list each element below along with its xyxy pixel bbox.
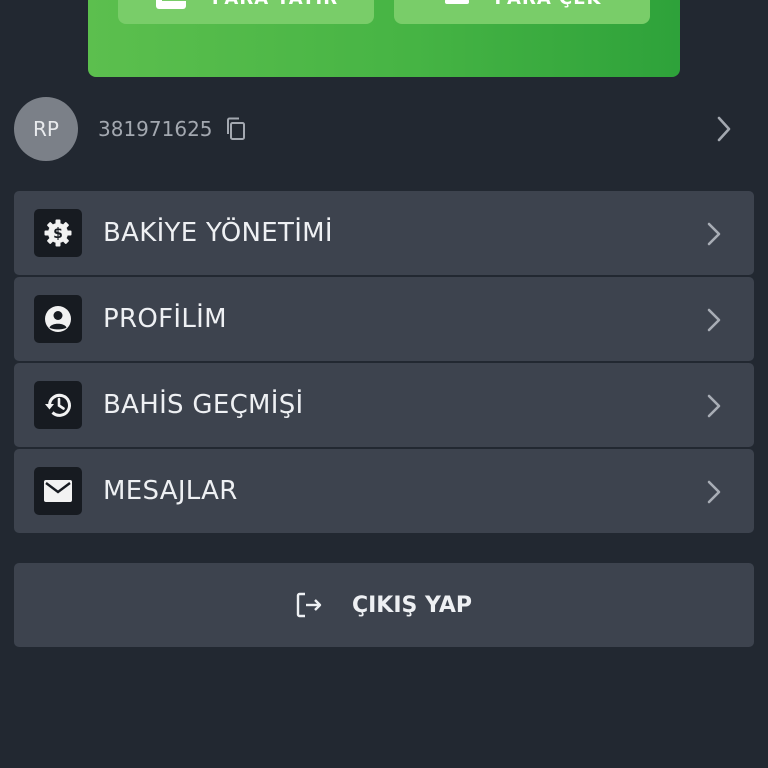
logout-button[interactable]: ÇIKIŞ YAP — [14, 563, 754, 647]
menu-icon-box — [34, 381, 82, 429]
logout-label: ÇIKIŞ YAP — [351, 592, 473, 618]
menu-item-bet-history[interactable]: BAHİS GEÇMİŞİ — [14, 363, 754, 447]
withdraw-label: PARA ÇEK — [495, 0, 602, 9]
withdraw-button[interactable]: PARA ÇEK — [394, 0, 650, 24]
svg-text:$: $ — [53, 226, 63, 242]
wallet-icon — [155, 0, 186, 9]
account-menu-page: PARA YATIR PARA ÇEK RP 381971625 — [0, 0, 768, 768]
deposit-withdraw-banner: PARA YATIR PARA ÇEK — [88, 0, 680, 77]
avatar: RP — [14, 97, 78, 161]
menu-item-label: MESAJLAR — [103, 476, 238, 506]
menu-icon-box — [34, 295, 82, 343]
menu-item-balance-management[interactable]: $ BAKİYE YÖNETİMİ — [14, 191, 754, 275]
deposit-button[interactable]: PARA YATIR — [118, 0, 374, 24]
user-id: 381971625 — [98, 117, 213, 141]
menu-item-messages[interactable]: MESAJLAR — [14, 449, 754, 533]
mail-icon — [44, 480, 72, 502]
chevron-right-icon — [706, 307, 722, 337]
logout-icon — [296, 592, 322, 618]
user-summary-row[interactable]: RP 381971625 — [14, 97, 754, 161]
profile-icon — [45, 306, 71, 332]
history-icon — [45, 393, 71, 417]
copy-icon[interactable] — [225, 117, 247, 141]
chevron-right-icon — [706, 479, 722, 509]
menu-item-label: BAKİYE YÖNETİMİ — [103, 218, 333, 248]
chevron-right-icon — [706, 221, 722, 251]
menu-item-label: BAHİS GEÇMİŞİ — [103, 390, 304, 420]
coins-icon — [444, 0, 469, 4]
chevron-right-icon — [716, 115, 732, 147]
menu-item-label: PROFİLİM — [103, 304, 227, 334]
menu-icon-box: $ — [34, 209, 82, 257]
menu-icon-box — [34, 467, 82, 515]
menu-item-profile[interactable]: PROFİLİM — [14, 277, 754, 361]
deposit-label: PARA YATIR — [212, 0, 338, 9]
balance-gear-icon: $ — [44, 219, 72, 247]
chevron-right-icon — [706, 393, 722, 423]
